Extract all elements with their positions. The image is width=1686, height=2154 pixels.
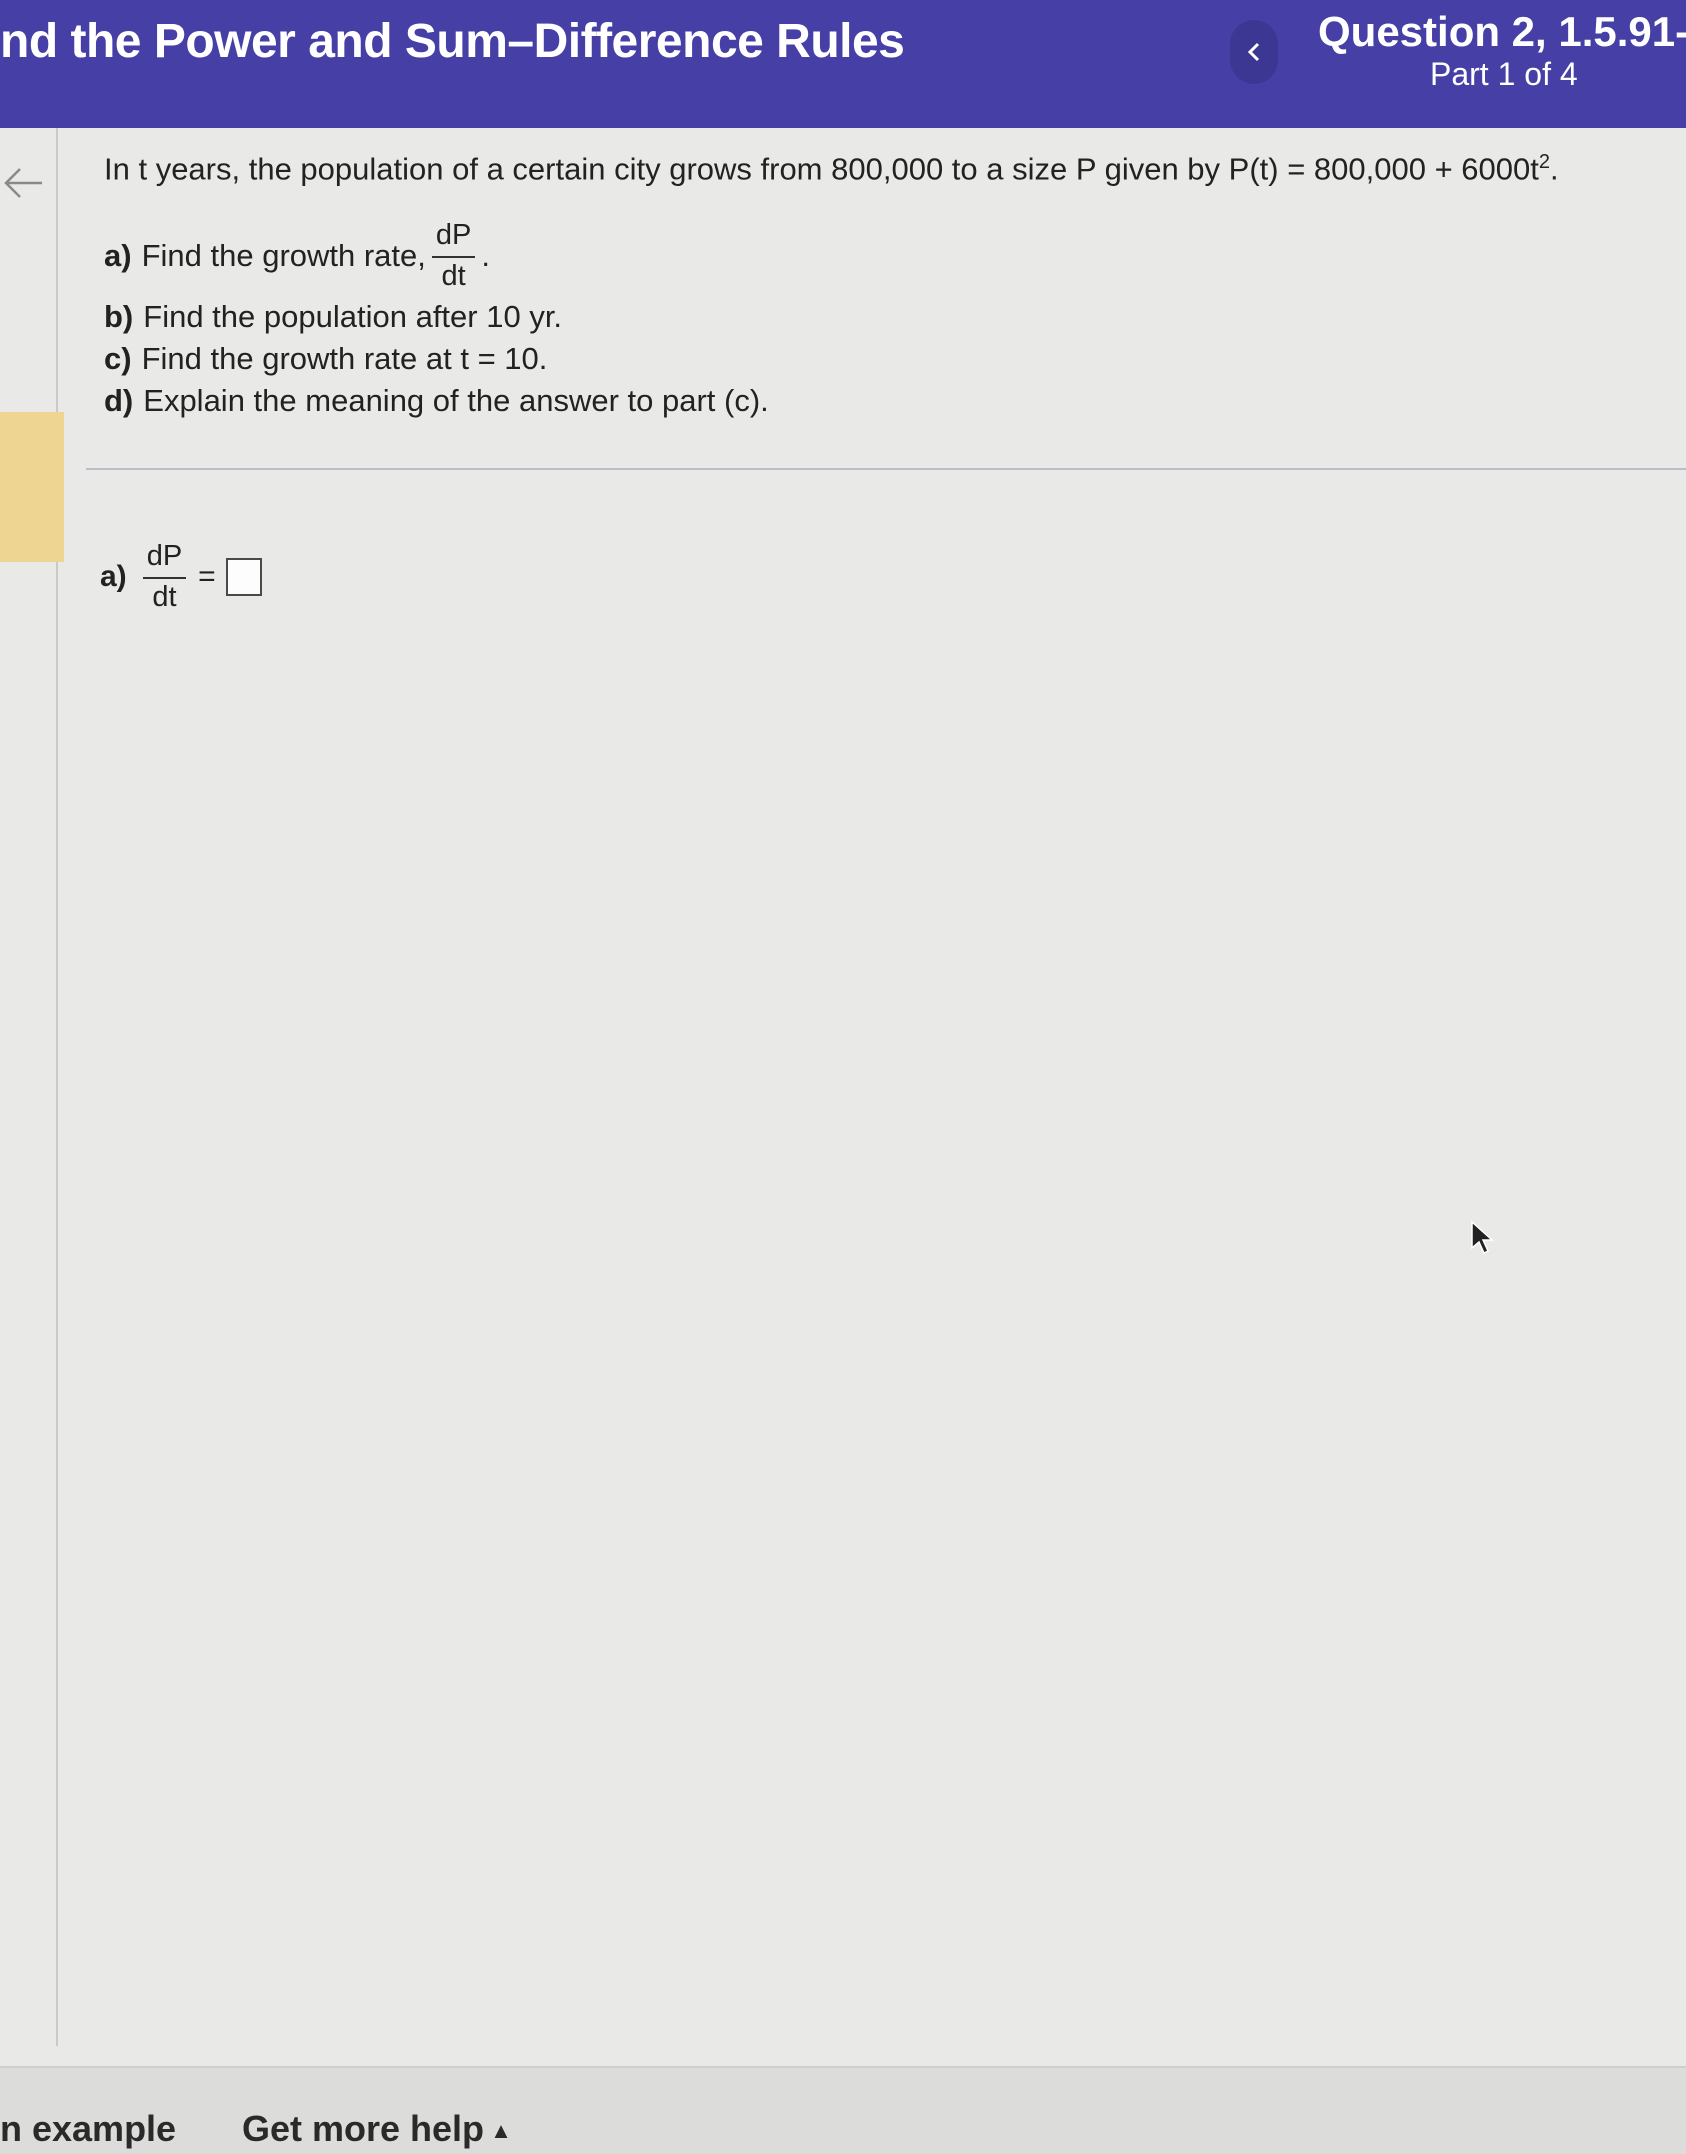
exponent: 2	[1538, 151, 1551, 173]
footer-bar: n example Get more help ▲	[0, 2066, 1686, 2154]
derivative-fraction: dP dt	[431, 219, 476, 293]
problem-parts: a) Find the growth rate, dP dt . b) Find…	[104, 216, 769, 422]
part-text: Find the growth rate,	[141, 238, 426, 273]
caret-up-icon: ▲	[490, 2118, 512, 2144]
problem-intro: In t years, the population of a certain …	[104, 151, 1539, 187]
part-letter: c)	[104, 341, 132, 376]
list-item: b) Find the population after 10 yr.	[104, 296, 769, 338]
section-divider	[86, 468, 1686, 470]
part-text: Find the growth rate at t = 10.	[141, 341, 548, 376]
active-part-highlight	[0, 412, 64, 562]
derivative-fraction: dP dt	[142, 540, 187, 614]
problem-period: .	[1550, 151, 1559, 187]
answer-input[interactable]	[225, 558, 262, 596]
list-item: a) Find the growth rate, dP dt .	[104, 216, 769, 296]
part-text: Find the population after 10 yr.	[143, 299, 563, 334]
answer-letter: a)	[100, 560, 127, 593]
fraction-denominator: dt	[152, 581, 177, 613]
part-text: Explain the meaning of the answer to par…	[143, 383, 769, 418]
problem-statement: In t years, the population of a certain …	[104, 150, 1559, 188]
part-letter: a)	[104, 238, 132, 273]
list-item: d) Explain the meaning of the answer to …	[104, 380, 769, 422]
part-letter: b)	[104, 299, 134, 334]
chevron-left-icon	[1247, 42, 1260, 62]
section-title: nd the Power and Sum–Difference Rules	[0, 15, 905, 68]
back-arrow-icon[interactable]	[0, 160, 46, 206]
part-suffix: .	[481, 238, 491, 273]
top-header: nd the Power and Sum–Difference Rules Qu…	[0, 0, 1686, 128]
part-indicator: Part 1 of 4	[1430, 56, 1578, 92]
previous-question-button[interactable]	[1230, 20, 1278, 84]
list-item: c) Find the growth rate at t = 10.	[104, 338, 769, 380]
mouse-cursor-icon	[1471, 1220, 1494, 1255]
answer-row: a) dP dt =	[100, 540, 262, 614]
view-example-button[interactable]: n example	[0, 2108, 176, 2150]
get-more-help-button[interactable]: Get more help ▲	[242, 2108, 512, 2150]
part-letter: d)	[104, 383, 134, 418]
fraction-numerator: dP	[431, 219, 476, 258]
fraction-denominator: dt	[441, 260, 466, 292]
fraction-numerator: dP	[142, 540, 187, 579]
question-id: Question 2, 1.5.91-S	[1318, 8, 1686, 55]
equals-sign: =	[198, 560, 216, 593]
help-label: Get more help	[242, 2108, 485, 2149]
